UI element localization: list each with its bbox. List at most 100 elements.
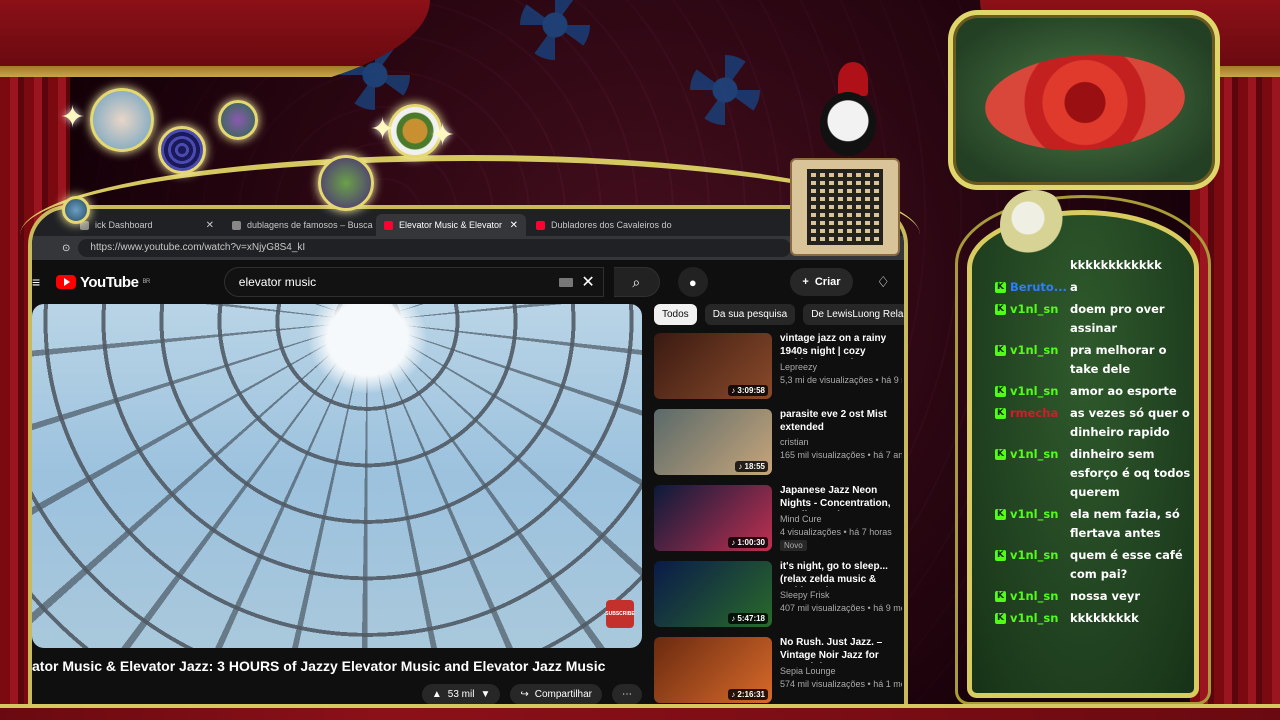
menu-icon[interactable]: ≡ <box>32 274 46 290</box>
chat-message: Kv1nl_sn pra melhorar o take dele <box>995 341 1195 379</box>
tab-label: dublagens de famosos – Busca <box>247 220 373 230</box>
chip-related[interactable]: De LewisLuong Rela <box>803 304 904 325</box>
search-input[interactable]: elevator music ✕ <box>223 267 604 297</box>
keyboard-icon[interactable] <box>559 277 574 287</box>
player-column: SUBSCRIBE ator Music & Elevator Jazz: 3 … <box>32 304 642 713</box>
video-meta: 574 mil visualizações • há 1 mês <box>780 679 902 689</box>
chat-text: dinheiro sem esforço é oq todos querem <box>1070 447 1191 499</box>
address-bar: ⊙ https://www.youtube.com/watch?v=xNjyG8… <box>32 236 904 260</box>
duration-badge: ♪ 1:00:30 <box>728 537 768 548</box>
close-icon[interactable]: ✕ <box>510 220 518 231</box>
video-thumbnail[interactable]: ♪ 1:00:30 <box>654 485 772 551</box>
sparkle-icon: ✦ <box>60 101 86 134</box>
close-icon[interactable]: ✕ <box>206 220 214 231</box>
channel-name[interactable]: Sleepy Frisk <box>780 590 902 600</box>
recommendation-item[interactable]: ♪ 2:16:31 No Rush. Just Jazz. – Vintage N… <box>654 637 902 705</box>
video-meta: 5,3 mi de visualizações • há 9 meses <box>780 375 902 385</box>
youtube-favicon-icon <box>384 220 393 230</box>
video-thumbnail[interactable]: ♪ 18:55 <box>654 409 772 475</box>
video-thumbnail[interactable]: ♪ 2:16:31 <box>654 637 772 703</box>
recommendation-title[interactable]: parasite eve 2 ost Mist extended <box>780 409 902 434</box>
chat-username[interactable]: v1nl_sn <box>1010 300 1066 338</box>
duration-badge: ♪ 5:47:18 <box>728 613 768 624</box>
url-field[interactable]: https://www.youtube.com/watch?v=xNjyG8S4… <box>78 239 792 257</box>
watch-page: SUBSCRIBE ator Music & Elevator Jazz: 3 … <box>32 304 904 713</box>
recommendation-title[interactable]: No Rush. Just Jazz. – Vintage Noir Jazz … <box>780 637 902 663</box>
channel-name[interactable]: Sepia Lounge <box>780 666 902 676</box>
clear-search-icon[interactable]: ✕ <box>581 272 594 292</box>
video-meta: 4 visualizações • há 7 horas <box>780 527 892 537</box>
kick-badge-icon: K <box>995 408 1006 419</box>
tab[interactable]: dublagens de famosos – Busca ✕ <box>224 214 374 236</box>
character-art <box>1000 190 1070 260</box>
chat-message: Krmecha as vezes só quer o dinheiro rapid… <box>995 404 1195 442</box>
chat-messages: kkkkkkkkkkkk K Beruto... a Kv1nl_sn doem pro … <box>995 256 1195 631</box>
tab[interactable]: ick Dashboard ✕ <box>72 214 222 236</box>
chat-username[interactable]: v1nl_sn <box>1010 546 1066 584</box>
create-label: Criar <box>814 276 841 288</box>
chat-text: kkkkkkkkkkkk <box>1070 258 1162 272</box>
more-actions-button[interactable]: ⋯ <box>612 684 642 705</box>
tab-active[interactable]: Elevator Music & Elevator ✕ <box>376 214 526 236</box>
duration-badge: ♪ 18:55 <box>735 461 768 472</box>
chip-all[interactable]: Todos <box>654 304 697 325</box>
recommendation-item[interactable]: ♪ 1:00:30 Japanese Jazz Neon Nights - Con… <box>654 485 902 553</box>
recommendation-info: Japanese Jazz Neon Nights - Concentratio… <box>780 485 902 553</box>
chat-message: kkkkkkkkkkkk <box>995 256 1195 275</box>
channel-name[interactable]: Mind Cure <box>780 514 902 524</box>
new-badge: Novo <box>780 540 807 551</box>
like-count: 53 mil <box>447 689 475 700</box>
recommendation-item[interactable]: ♪ 3:09:58 vintage jazz on a rainy 1940s n… <box>654 333 902 401</box>
chat-message: Kv1nl_sn quem é esse café com pai? <box>995 546 1195 584</box>
tab[interactable]: Dubladores dos Cavaleiros do <box>528 214 678 236</box>
chat-username[interactable]: v1nl_sn <box>1010 445 1066 502</box>
notifications-bell-icon[interactable]: ♢ <box>877 273 890 291</box>
chat-username[interactable]: v1nl_sn <box>1010 382 1066 401</box>
youtube-header: ≡ YouTube BR elevator music ✕ ⌕ ● + Cria… <box>32 260 904 304</box>
chat-text: as vezes só quer o dinheiro rapido <box>1070 406 1190 439</box>
recommendation-info: parasite eve 2 ost Mist extended cristian… <box>780 409 902 477</box>
video-thumbnail[interactable]: ♪ 5:47:18 <box>654 561 772 627</box>
recommendation-title[interactable]: vintage jazz on a rainy 1940s night | co… <box>780 333 902 359</box>
avatar <box>218 100 258 140</box>
duration-badge: ♪ 3:09:58 <box>728 385 768 396</box>
video-thumbnail[interactable]: ♪ 3:09:58 <box>654 333 772 399</box>
dislike-icon[interactable]: ▼ <box>480 689 490 700</box>
subscribe-watermark[interactable]: SUBSCRIBE <box>605 600 635 628</box>
chat-username[interactable]: v1nl_sn <box>1010 341 1066 379</box>
chat-username[interactable]: v1nl_sn <box>1010 609 1066 628</box>
plus-icon: + <box>802 276 809 288</box>
recommendation-item[interactable]: ♪ 5:47:18 it's night, go to sleep... (rel… <box>654 561 902 629</box>
channel-name[interactable]: Lepreezy <box>780 362 902 372</box>
share-button[interactable]: ↪ Compartilhar <box>510 684 602 705</box>
video-player[interactable]: SUBSCRIBE <box>32 304 642 648</box>
chat-message: K Beruto... a <box>995 278 1195 297</box>
chat-username[interactable]: Beruto... <box>1010 278 1066 297</box>
chat-username[interactable]: rmecha <box>1010 404 1066 442</box>
search-button[interactable]: ⌕ <box>613 267 660 297</box>
like-button[interactable]: ▲ 53 mil ▼ <box>421 684 501 705</box>
avatar <box>62 196 90 224</box>
chip-from-search[interactable]: Da sua pesquisa <box>704 304 796 325</box>
create-button[interactable]: + Criar <box>790 268 853 296</box>
avatar <box>158 126 206 174</box>
chat-username[interactable]: v1nl_sn <box>1010 587 1066 606</box>
chat-message: Kv1nl_sn kkkkkkkkk <box>995 609 1195 628</box>
video-title: ator Music & Elevator Jazz: 3 HOURS of J… <box>32 658 606 674</box>
recommendation-title[interactable]: it's night, go to sleep... (relax zelda … <box>780 561 902 587</box>
qr-code <box>807 169 883 245</box>
chat-username[interactable]: v1nl_sn <box>1010 505 1066 543</box>
mascot-hat <box>838 62 868 96</box>
recommendation-title[interactable]: Japanese Jazz Neon Nights - Concentratio… <box>780 485 902 511</box>
chat-text: quem é esse café com pai? <box>1070 548 1183 581</box>
kick-badge-icon: K <box>995 591 1006 602</box>
recommendation-item[interactable]: ♪ 18:55 parasite eve 2 ost Mist extended c… <box>654 409 902 477</box>
youtube-logo[interactable]: YouTube BR <box>56 274 150 291</box>
browser-window: ick Dashboard ✕ dublagens de famosos – B… <box>28 205 908 720</box>
channel-name[interactable]: cristian <box>780 437 902 447</box>
recommendation-info: No Rush. Just Jazz. – Vintage Noir Jazz … <box>780 637 902 705</box>
kick-badge-icon: K <box>995 304 1006 315</box>
voice-search-button[interactable]: ● <box>677 267 708 297</box>
search-icon: ⌕ <box>632 273 641 290</box>
site-info-icon[interactable]: ⊙ <box>62 243 70 254</box>
